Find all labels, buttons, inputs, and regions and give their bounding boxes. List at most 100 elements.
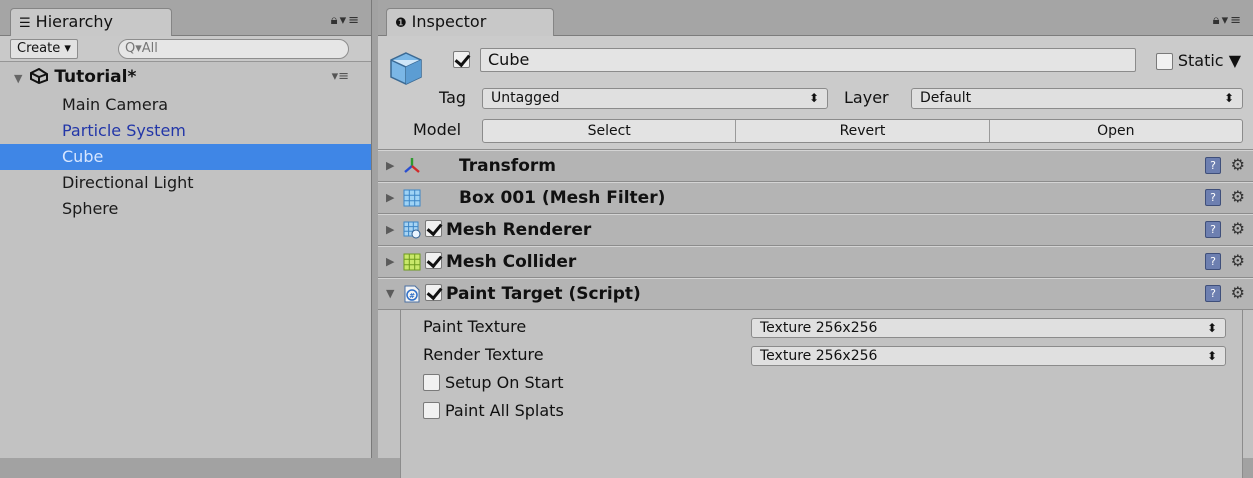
- model-open-button[interactable]: Open: [990, 120, 1242, 142]
- mesh-collider-icon: [403, 253, 421, 271]
- help-book-icon[interactable]: ?: [1205, 285, 1221, 302]
- tab-inspector[interactable]: ❶ Inspector: [386, 8, 554, 37]
- tab-hierarchy[interactable]: ☰ Hierarchy: [10, 8, 172, 37]
- inspector-body: Cube Static ▼ Tag Untagged ⬍ Layer Defau…: [378, 36, 1253, 478]
- component-transform[interactable]: ▶ Transform ? ⚙: [378, 150, 1253, 182]
- hierarchy-tab-menu[interactable]: 🔒︎▾≡: [331, 13, 361, 28]
- scene-name: Tutorial*: [54, 67, 137, 87]
- mesh-filter-grid-icon: [403, 189, 421, 207]
- gear-icon[interactable]: ⚙: [1231, 150, 1245, 180]
- component-name: Paint Target (Script): [446, 284, 641, 304]
- hierarchy-toolbar: Create ▾ Q▾All: [0, 36, 371, 62]
- component-name: Mesh Renderer: [446, 220, 592, 240]
- component-name: Transform: [459, 156, 556, 176]
- paint-target-properties: Paint Texture Texture 256x256 ⬍ Render T…: [400, 310, 1243, 478]
- component-enabled-checkbox[interactable]: [425, 220, 442, 237]
- object-header: Cube Static ▼ Tag Untagged ⬍ Layer Defau…: [378, 36, 1253, 150]
- gear-icon[interactable]: ⚙: [1231, 278, 1245, 308]
- script-icon: #: [404, 285, 420, 303]
- fold-arrow-down-icon[interactable]: ▼: [386, 279, 394, 309]
- help-book-icon[interactable]: ?: [1205, 221, 1221, 238]
- layer-dropdown[interactable]: Default ⬍: [911, 88, 1243, 109]
- help-book-icon[interactable]: ?: [1205, 189, 1221, 206]
- updown-arrows-icon: ⬍: [1206, 349, 1217, 363]
- component-enabled-checkbox[interactable]: [425, 284, 442, 301]
- scene-row[interactable]: ▼ Tutorial* ▾≡: [0, 62, 371, 92]
- scene-menu-icon[interactable]: ▾≡: [332, 62, 349, 92]
- component-mesh-collider[interactable]: ▶ Mesh Collider ? ⚙: [378, 246, 1253, 278]
- static-toggle[interactable]: Static ▼: [1155, 51, 1241, 70]
- model-select-button[interactable]: Select: [483, 120, 737, 142]
- paint-all-splats-checkbox[interactable]: [423, 402, 440, 419]
- hierarchy-item-main-camera[interactable]: Main Camera: [0, 92, 371, 118]
- unity-scene-icon: [30, 67, 54, 87]
- render-texture-value: Texture 256x256: [760, 348, 878, 364]
- component-paint-target[interactable]: ▼ # Paint Target (Script) ? ⚙: [378, 278, 1253, 310]
- info-icon: ❶: [395, 16, 407, 31]
- tag-value: Untagged: [491, 90, 560, 106]
- render-texture-row: Render Texture Texture 256x256 ⬍: [423, 341, 1232, 369]
- fold-arrow-icon[interactable]: ▶: [386, 151, 394, 181]
- inspector-panel: ❶ Inspector 🔒︎▾≡ Cube Static ▼ Tag Untagg…: [378, 0, 1253, 478]
- gear-icon[interactable]: ⚙: [1231, 246, 1245, 276]
- hierarchy-tabbar: ☰ Hierarchy 🔒︎▾≡: [0, 0, 371, 37]
- transform-axes-icon: [404, 158, 420, 173]
- static-dropdown-icon[interactable]: ▼: [1229, 51, 1241, 70]
- object-name-field[interactable]: Cube: [480, 48, 1136, 72]
- model-revert-button[interactable]: Revert: [736, 120, 990, 142]
- model-label: Model: [413, 120, 462, 139]
- tag-dropdown[interactable]: Untagged ⬍: [482, 88, 828, 109]
- component-enabled-checkbox[interactable]: [425, 252, 442, 269]
- mesh-renderer-icon: [403, 221, 421, 239]
- inspector-tab-menu[interactable]: 🔒︎▾≡: [1213, 13, 1243, 28]
- updown-arrows-icon: ⬍: [808, 91, 819, 105]
- inspector-tabbar: ❶ Inspector 🔒︎▾≡: [378, 0, 1253, 37]
- component-name: Box 001 (Mesh Filter): [459, 188, 666, 208]
- hierarchy-item-cube[interactable]: Cube: [0, 144, 371, 170]
- gear-icon[interactable]: ⚙: [1231, 214, 1245, 244]
- render-texture-dropdown[interactable]: Texture 256x256 ⬍: [751, 346, 1226, 366]
- layer-label: Layer: [844, 88, 889, 107]
- setup-on-start-row[interactable]: Setup On Start: [423, 369, 1232, 397]
- updown-arrows-icon: ⬍: [1206, 321, 1217, 335]
- layer-value: Default: [920, 90, 972, 106]
- component-name: Mesh Collider: [446, 252, 577, 272]
- tag-label: Tag: [439, 88, 467, 107]
- paint-all-splats-row[interactable]: Paint All Splats: [423, 397, 1232, 425]
- lock-icon[interactable]: 🔒︎: [331, 13, 340, 28]
- lock-icon[interactable]: 🔒︎: [1213, 13, 1222, 28]
- cube-object-icon: [390, 52, 422, 85]
- active-checkbox[interactable]: [453, 51, 470, 68]
- paint-texture-value: Texture 256x256: [760, 320, 878, 336]
- static-checkbox[interactable]: [1155, 53, 1173, 70]
- help-book-icon[interactable]: ?: [1205, 157, 1221, 174]
- list-icon: ☰: [19, 16, 31, 31]
- tab-inspector-label: Inspector: [411, 12, 487, 31]
- render-texture-label: Render Texture: [423, 345, 544, 364]
- component-mesh-filter[interactable]: ▶ Box 001 (Mesh Filter) ? ⚙: [378, 182, 1253, 214]
- updown-arrows-icon: ⬍: [1223, 91, 1234, 105]
- hierarchy-item-sphere[interactable]: Sphere: [0, 196, 371, 222]
- fold-arrow-icon[interactable]: ▶: [386, 215, 394, 245]
- scene-fold-arrow-icon[interactable]: ▼: [14, 72, 22, 85]
- tab-hierarchy-label: Hierarchy: [35, 12, 113, 31]
- tab-menu-icon[interactable]: ▾≡: [1222, 13, 1243, 28]
- hierarchy-body: Create ▾ Q▾All ▼ Tutorial* ▾≡ Main Camer…: [0, 36, 371, 458]
- tab-menu-icon[interactable]: ▾≡: [340, 13, 361, 28]
- fold-arrow-icon[interactable]: ▶: [386, 183, 394, 213]
- setup-on-start-label: Setup On Start: [445, 373, 564, 392]
- component-mesh-renderer[interactable]: ▶ Mesh Renderer ? ⚙: [378, 214, 1253, 246]
- model-button-group: Select Revert Open: [482, 119, 1243, 143]
- setup-on-start-checkbox[interactable]: [423, 374, 440, 391]
- hierarchy-item-particle-system[interactable]: Particle System: [0, 118, 371, 144]
- help-book-icon[interactable]: ?: [1205, 253, 1221, 270]
- static-label: Static: [1177, 51, 1224, 70]
- paint-texture-label: Paint Texture: [423, 317, 527, 336]
- create-button[interactable]: Create ▾: [10, 39, 78, 59]
- gear-icon[interactable]: ⚙: [1231, 182, 1245, 212]
- fold-arrow-icon[interactable]: ▶: [386, 247, 394, 277]
- paint-texture-row: Paint Texture Texture 256x256 ⬍: [423, 313, 1232, 341]
- hierarchy-search-input[interactable]: Q▾All: [118, 39, 349, 59]
- hierarchy-item-directional-light[interactable]: Directional Light: [0, 170, 371, 196]
- paint-texture-dropdown[interactable]: Texture 256x256 ⬍: [751, 318, 1226, 338]
